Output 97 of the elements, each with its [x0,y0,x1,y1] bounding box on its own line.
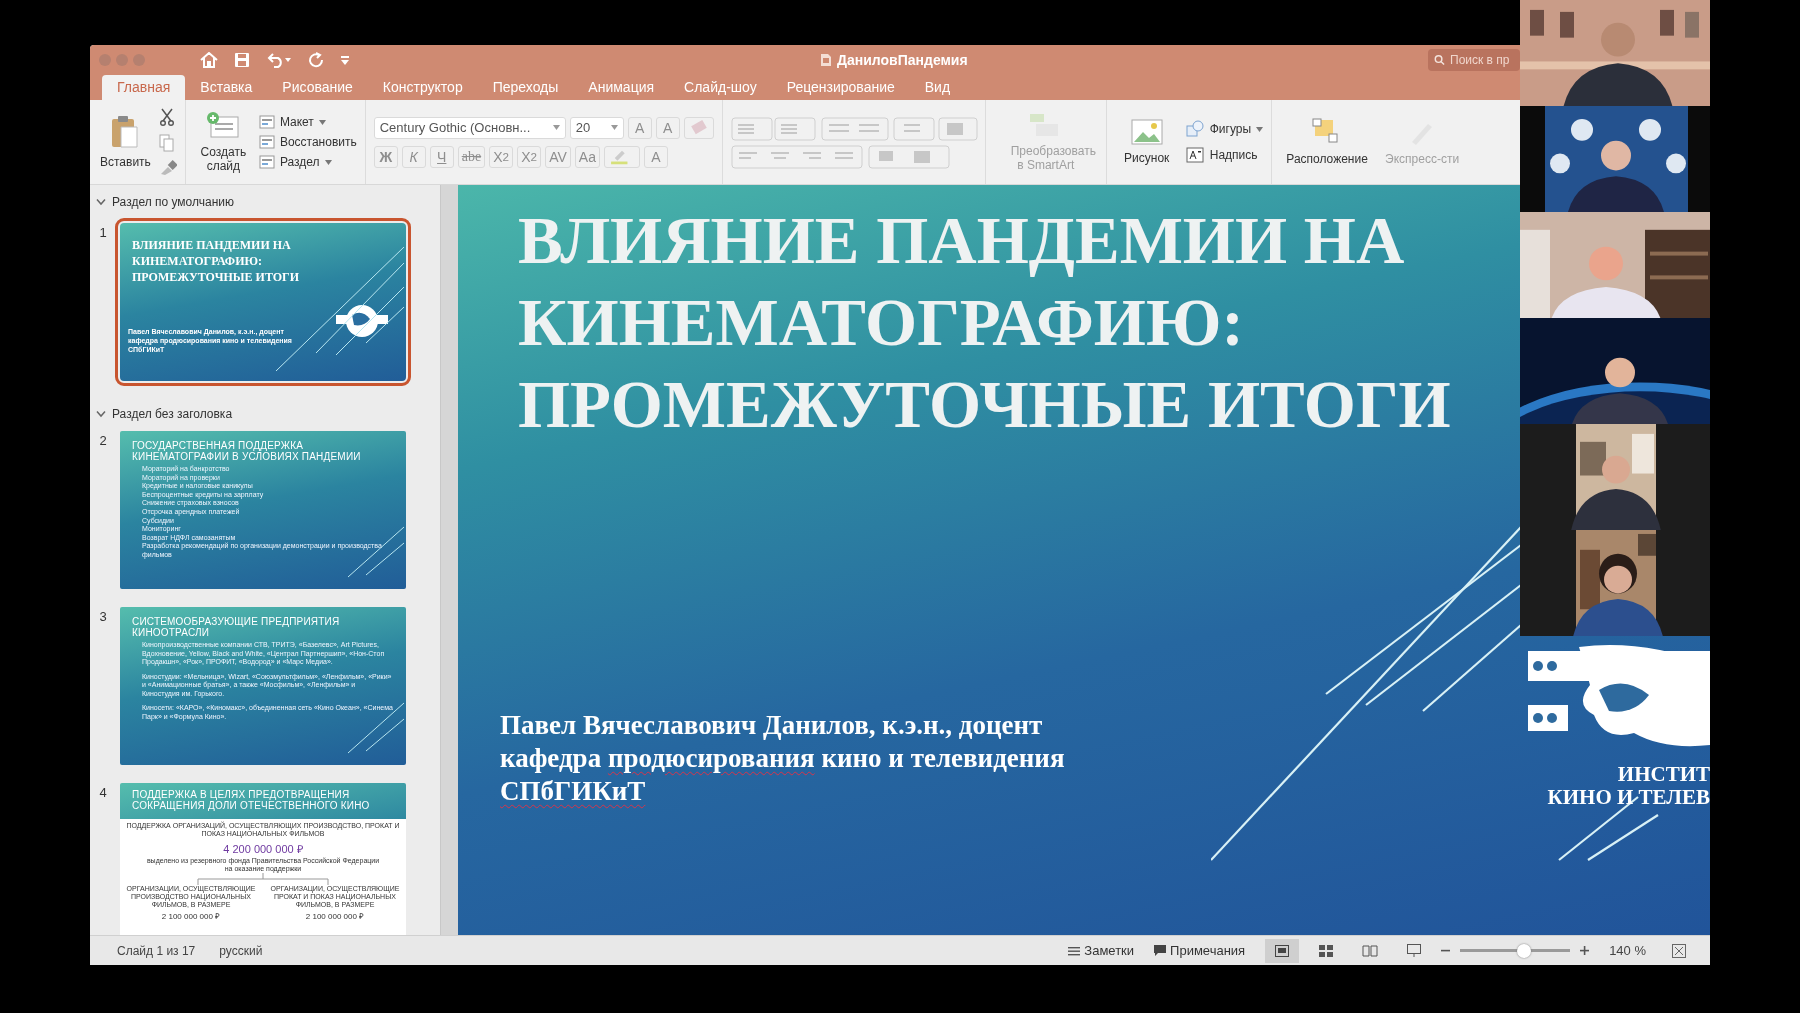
highlighter-icon[interactable] [603,145,640,168]
caret-icon [318,119,326,125]
paste-button[interactable]: Вставить [98,111,153,173]
arrange-button[interactable]: Расположение [1280,114,1375,170]
section-header[interactable]: Раздел по умолчанию [90,191,440,215]
presentation-icon [1407,944,1422,957]
format-button[interactable]: abe [457,145,486,168]
language-label[interactable]: русский [219,943,263,958]
slide-thumbnail[interactable] [120,783,406,935]
fit-to-window-icon[interactable] [1672,943,1686,958]
layout-icon [258,115,275,129]
format-button[interactable]: Ч [429,145,454,168]
slide-number: 1 [98,224,108,242]
comment-icon [1154,945,1167,956]
new-slide-icon [206,111,241,139]
caret-icon [610,125,618,130]
thumbnail-amount: 2 100 000 000 ₽ [161,911,221,921]
font-size-field[interactable]: 20 [569,116,624,139]
paragraph-tools-icon[interactable] [728,115,979,169]
ribbon-tab[interactable]: Слайд-шоу [669,75,772,100]
shapes-icon [1184,120,1205,138]
logo-text: ИНСТИТ [1617,763,1710,786]
scissors-icon[interactable] [158,108,175,126]
slide-number: 2 [98,432,108,450]
search-field[interactable]: Поиск в пр [1428,49,1520,71]
ribbon-tab[interactable]: Рисование [267,75,368,100]
document-icon [820,53,832,67]
zoom-level: 140 % [1609,943,1646,958]
view-button[interactable] [1265,938,1300,963]
slide-command-button[interactable]: Макет [258,115,326,129]
window-title: ДаниловПандемия [837,52,968,68]
author-line: Павел Вячеславович Данилов, к.э.н., доцент [500,709,1043,742]
new-slide-button[interactable]: Создать слайд [193,107,253,177]
logo-text: КИНО И ТЕЛЕВ [1547,786,1710,809]
zoom-in-button[interactable] [1580,946,1590,955]
thumbnail-title: КИНЕМАТОГРАФИЮ: [132,253,263,269]
ribbon-tab[interactable]: Конструктор [367,75,478,100]
caret-icon [552,125,560,130]
font-color-button[interactable]: A [643,145,668,168]
shapes-button[interactable]: Фигуры [1184,120,1264,138]
image-icon [1130,119,1163,145]
normal-view-icon [1275,944,1290,957]
book-icon [1362,944,1379,957]
grid-icon [1319,944,1334,957]
copy-icon[interactable] [158,134,175,152]
ribbon-tab[interactable]: Вставка [185,75,268,100]
caret-icon [1256,126,1264,132]
format-button[interactable]: Ж [373,145,398,168]
thumbnail-title: ВЛИЯНИЕ ПАНДЕМИИ НА [132,237,292,253]
textbox-button[interactable]: Надпись [1184,146,1258,164]
plus-icon [1580,946,1590,955]
slide-command-button[interactable]: Восстановить [258,135,357,149]
zoom-slider-thumb[interactable] [1516,943,1531,958]
undo-icon[interactable] [266,52,292,68]
layout-icon [258,155,275,169]
thumbnail-title: СИСТЕМООБРАЗУЮЩИЕ ПРЕДПРИЯТИЯ КИНООТРАСЛИ [132,616,341,638]
ribbon-tab[interactable]: Главная [102,75,186,100]
layout-icon [258,135,275,149]
thumbnail-title: ПОДДЕРЖКА В ЦЕЛЯХ ПРЕДОТВРАЩЕНИЯ СОКРАЩЕНИЯ ДОЛИ ОТЕЧЕСТВЕННОГО КИНО [132,789,371,811]
slide-counter: Слайд 1 из 17 [117,943,196,958]
slide-command-button[interactable]: Раздел [258,155,332,169]
home-icon[interactable] [200,52,218,68]
thumbnail-amount: 4 200 000 000 ₽ [223,842,303,856]
slide-thumbnail[interactable] [120,607,406,765]
caret-icon [324,159,332,165]
author-line: СПбГИКиТ [500,775,646,808]
customize-icon[interactable] [340,54,350,66]
save-icon[interactable] [234,52,250,68]
format-button[interactable]: К [401,145,426,168]
font-size-button[interactable]: A [655,116,680,139]
redo-icon[interactable] [308,52,324,68]
picture-button[interactable]: Рисунок [1114,115,1179,169]
slide-title: КИНЕМАТОГРАФИЮ: [518,284,1244,361]
comments-button[interactable]: Примечания [1154,943,1246,958]
notes-icon [1068,945,1081,956]
ribbon-tab[interactable]: Рецензирование [771,75,910,100]
thumbnail-title: ПРОМЕЖУТОЧНЫЕ ИТОГИ [132,269,300,285]
thumbnail-amount: 2 100 000 000 ₽ [305,911,365,921]
ribbon-tab[interactable]: Переходы [477,75,574,100]
slide-number: 3 [98,608,108,626]
format-button[interactable]: Aa [574,145,600,168]
clipboard-icon [110,115,141,149]
author-line: кафедра продюсирования кино и телевидения [500,742,1065,775]
format-button[interactable]: AV [545,145,571,168]
slide-thumbnail[interactable] [120,431,406,589]
slide-title: ПРОМЕЖУТОЧНЫЕ ИТОГИ [518,366,1451,443]
section-header[interactable]: Раздел без заголовка [90,403,440,427]
ribbon-tab[interactable]: Вид [909,75,966,100]
font-name-field[interactable]: Century Gothic (Основн... [373,116,566,139]
slide-number: 4 [98,784,108,802]
ribbon-tab[interactable]: Анимация [573,75,670,100]
slide-title: ВЛИЯНИЕ ПАНДЕМИИ НА [518,202,1405,279]
notes-button[interactable]: Заметки [1068,943,1135,958]
thumbnail-title: ГОСУДАРСТВЕННАЯ ПОДДЕРЖКА КИНЕМАТОГРАФИИ В УСЛОВИЯХ ПАНДЕМИИ [132,440,362,462]
text-box-icon [1184,146,1205,164]
search-icon [1434,54,1445,66]
font-size-button[interactable]: A [627,116,652,139]
